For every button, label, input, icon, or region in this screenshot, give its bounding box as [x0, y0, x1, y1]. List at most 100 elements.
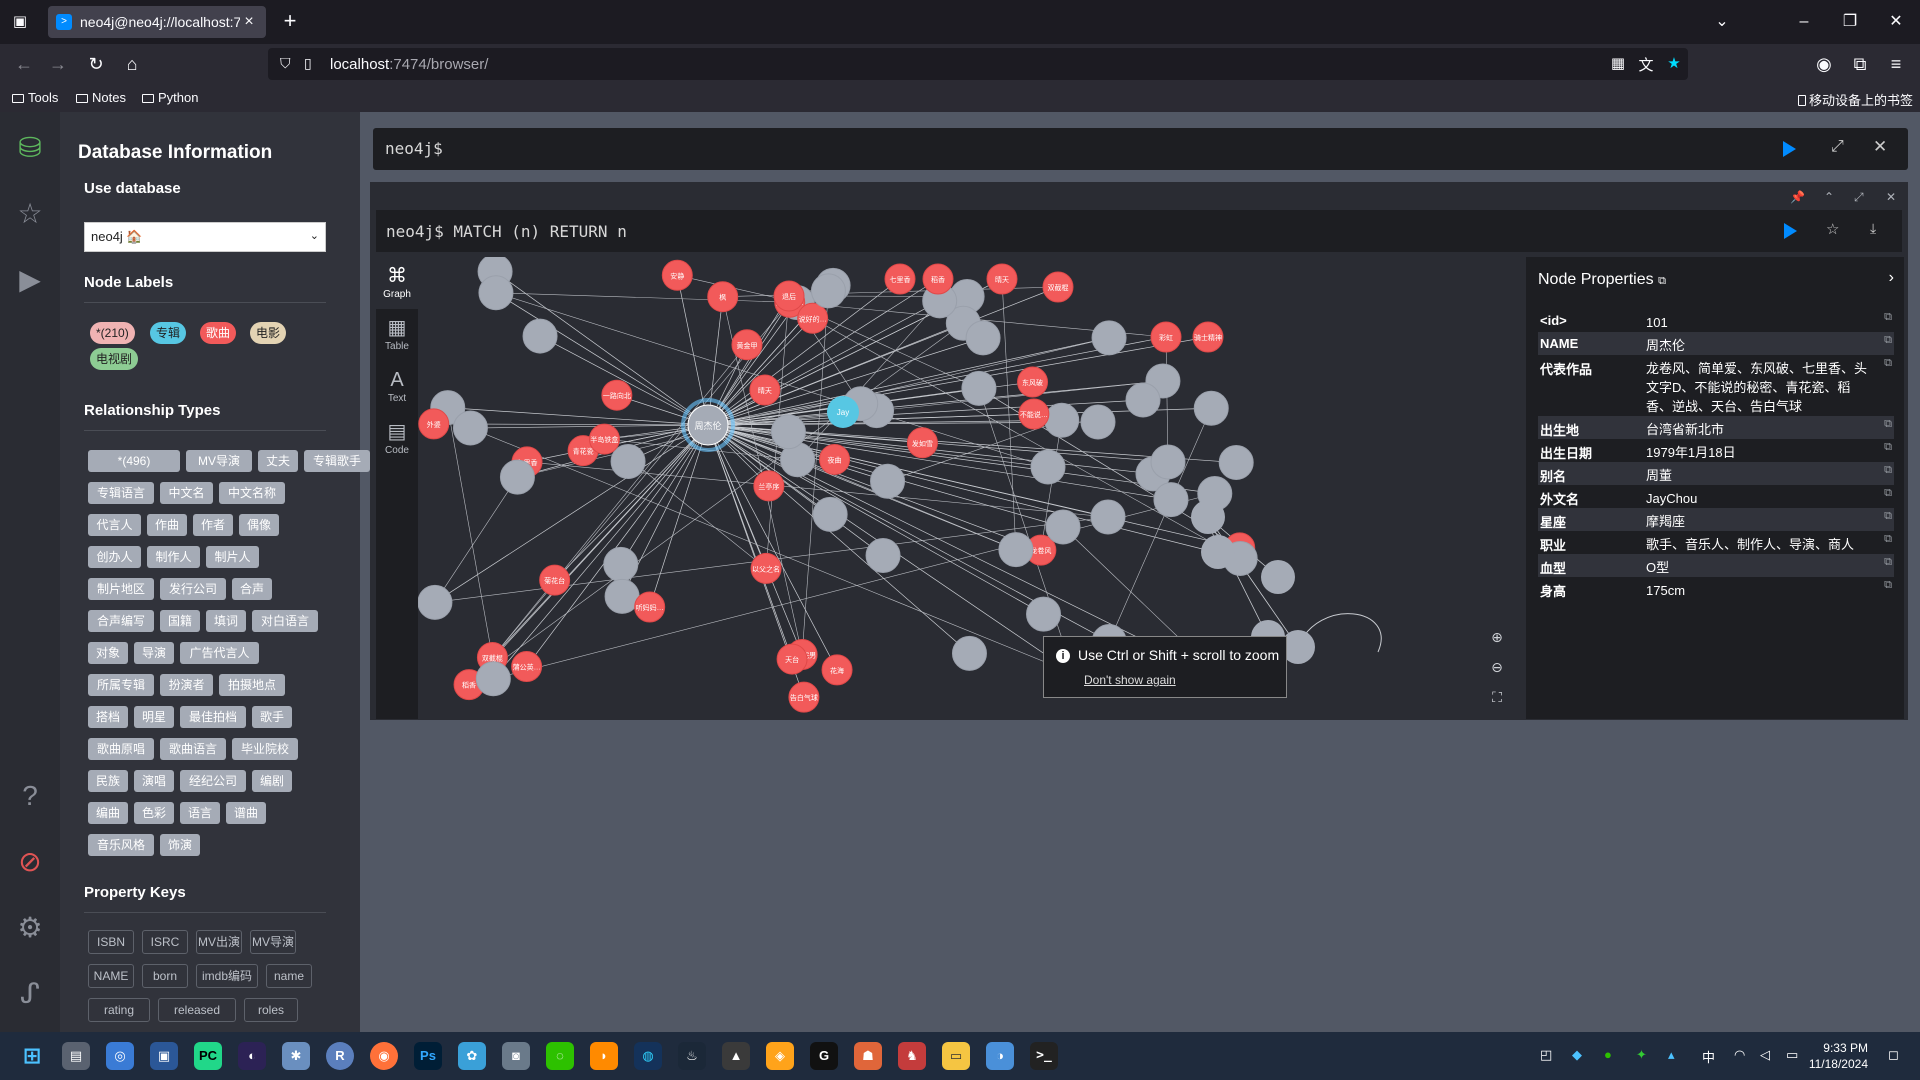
url-text[interactable]: localhost:7474/browser/ — [330, 56, 488, 73]
list-all-tabs-icon[interactable]: ⌄ — [1710, 10, 1734, 34]
relationship-type-tag[interactable]: 国籍 — [160, 610, 200, 632]
wechat-tray-icon[interactable]: ● — [1604, 1047, 1612, 1062]
relationship-type-tag[interactable]: 专辑语言 — [88, 482, 154, 504]
copy-icon[interactable]: ⧉ — [1884, 579, 1892, 592]
rerun-query-icon[interactable] — [1784, 223, 1797, 239]
app-icon[interactable]: ☗ — [854, 1042, 882, 1070]
tab-text[interactable]: A Text — [376, 361, 418, 413]
relationship-edge[interactable] — [1165, 336, 1169, 463]
relationship-type-tag[interactable]: 所属专辑 — [88, 674, 154, 696]
account-icon[interactable]: ◉ — [1812, 52, 1836, 76]
relationship-edge[interactable] — [495, 292, 709, 426]
relationship-edge[interactable] — [434, 476, 518, 603]
graph-node[interactable] — [452, 410, 488, 446]
relationship-type-tag[interactable]: 歌手 — [252, 706, 292, 728]
relationship-type-tag[interactable]: 导演 — [134, 642, 174, 664]
app-icon[interactable]: G — [810, 1042, 838, 1070]
graph-node[interactable] — [1030, 449, 1066, 485]
tray-icon[interactable]: ▴ — [1668, 1047, 1675, 1063]
relationship-edge[interactable] — [676, 275, 709, 426]
about-icon[interactable]: ᔑ — [12, 976, 48, 1012]
app-icon[interactable]: ▤ — [62, 1042, 90, 1070]
bookmark-tools[interactable]: Tools — [12, 90, 58, 105]
relationship-type-tag[interactable]: 对白语言 — [252, 610, 318, 632]
fit-to-screen-icon[interactable]: ⛶ — [1486, 686, 1508, 708]
property-key-tag[interactable]: NAME — [88, 964, 134, 988]
relationship-edge[interactable] — [707, 295, 790, 426]
graph-node[interactable] — [1090, 499, 1126, 535]
relationship-edge[interactable] — [470, 424, 709, 429]
bookmark-mobile[interactable]: 移动设备上的书签 — [1798, 90, 1913, 109]
graph-canvas[interactable]: 双截棍晴天稻香七里香青花瓷发如雪以父之名夜曲听妈妈…简单爱龙卷风半岛铁盒东风破外… — [418, 257, 1530, 719]
minimize-button[interactable]: – — [1792, 10, 1816, 34]
pin-icon[interactable]: 📌 — [1790, 190, 1805, 204]
relationship-type-tag[interactable]: 语言 — [180, 802, 220, 824]
app-icon[interactable]: ♞ — [898, 1042, 926, 1070]
database-select[interactable]: neo4j 🏠 ⌄ — [84, 222, 326, 252]
relationship-edge[interactable] — [470, 427, 1074, 674]
graph-node[interactable] — [1150, 444, 1186, 480]
copy-icon[interactable]: ⧉ — [1884, 487, 1892, 500]
relationship-edge[interactable] — [468, 322, 964, 685]
firefox-icon[interactable]: ◉ — [370, 1042, 398, 1070]
ime-indicator[interactable]: 中 — [1702, 1047, 1715, 1066]
graph-node[interactable] — [478, 275, 514, 311]
node-label-pill[interactable]: 电视剧 — [90, 348, 139, 370]
database-icon[interactable]: ⛁ — [12, 130, 48, 166]
bookmark-python[interactable]: Python — [142, 90, 198, 105]
app-icon[interactable]: ◑ — [986, 1042, 1014, 1070]
graph-node[interactable] — [1125, 382, 1161, 418]
download-icon[interactable]: ⤓ — [1870, 220, 1876, 237]
wifi-icon[interactable]: ◠ — [1734, 1047, 1745, 1063]
copy-icon[interactable]: ⧉ — [1884, 533, 1892, 546]
notification-bell-icon[interactable]: ◻ — [1888, 1047, 1899, 1063]
graph-node[interactable] — [1261, 560, 1295, 594]
relationship-type-tag[interactable]: 制片地区 — [88, 578, 154, 600]
forward-icon[interactable]: → — [46, 52, 70, 76]
app-icon[interactable]: ◎ — [106, 1042, 134, 1070]
close-editor-icon[interactable]: ✕ — [1873, 137, 1887, 157]
relationship-type-tag[interactable]: *(496) — [88, 450, 180, 472]
relationship-type-tag[interactable]: 代言人 — [88, 514, 141, 536]
graph-node[interactable] — [610, 443, 646, 479]
property-key-tag[interactable]: imdb编码 — [196, 964, 258, 988]
eclipse-icon[interactable]: ◐ — [238, 1042, 266, 1070]
copy-icon[interactable]: ⧉ — [1884, 441, 1892, 454]
graph-svg[interactable]: 双截棍晴天稻香七里香青花瓷发如雪以父之名夜曲听妈妈…简单爱龙卷风半岛铁盒东风破外… — [418, 257, 1530, 719]
graph-node[interactable] — [961, 370, 997, 406]
tray-icon[interactable]: ◆ — [1572, 1047, 1582, 1063]
close-frame-icon[interactable]: ✕ — [1886, 190, 1896, 204]
relationship-type-tag[interactable]: 专辑歌手 — [304, 450, 370, 472]
relationship-type-tag[interactable]: 最佳拍档 — [180, 706, 246, 728]
clock[interactable]: 9:33 PM 11/18/2024 — [1809, 1040, 1868, 1072]
relationship-type-tag[interactable]: 对象 — [88, 642, 128, 664]
settings-gear-icon[interactable]: ⚙ — [12, 910, 48, 946]
relationship-type-tag[interactable]: 中文名 — [160, 482, 213, 504]
relationship-edge[interactable] — [539, 335, 709, 426]
app-icon[interactable]: ◗ — [590, 1042, 618, 1070]
tray-icon[interactable]: ✦ — [1636, 1047, 1647, 1063]
property-key-tag[interactable]: released — [158, 998, 236, 1022]
graph-node[interactable] — [1091, 320, 1127, 356]
app-icon[interactable]: ✿ — [458, 1042, 486, 1070]
r-icon[interactable]: R — [326, 1042, 354, 1070]
expand-icon[interactable]: ⤢ — [1831, 138, 1844, 156]
relationship-edge[interactable] — [494, 271, 709, 426]
property-key-tag[interactable]: MV出演 — [196, 930, 242, 954]
graph-node[interactable] — [1218, 445, 1254, 481]
reload-icon[interactable]: ↻ — [84, 52, 108, 76]
relationship-type-tag[interactable]: 作曲 — [147, 514, 187, 536]
run-query-icon[interactable] — [1783, 141, 1796, 157]
relationship-type-tag[interactable]: 民族 — [88, 770, 128, 792]
relationship-type-tag[interactable]: 合声 — [232, 578, 272, 600]
zoom-out-icon[interactable]: ⊖ — [1486, 656, 1508, 678]
graph-node[interactable] — [418, 584, 453, 620]
back-icon[interactable]: ← — [12, 52, 36, 76]
help-icon[interactable]: ? — [12, 778, 48, 814]
copy-icon[interactable]: ⧉ — [1884, 334, 1892, 347]
relationship-type-tag[interactable]: 作者 — [193, 514, 233, 536]
graph-node[interactable] — [1026, 596, 1062, 632]
relationship-type-tag[interactable]: 编剧 — [252, 770, 292, 792]
relationship-type-tag[interactable]: 明星 — [134, 706, 174, 728]
relationship-type-tag[interactable]: 经纪公司 — [180, 770, 246, 792]
